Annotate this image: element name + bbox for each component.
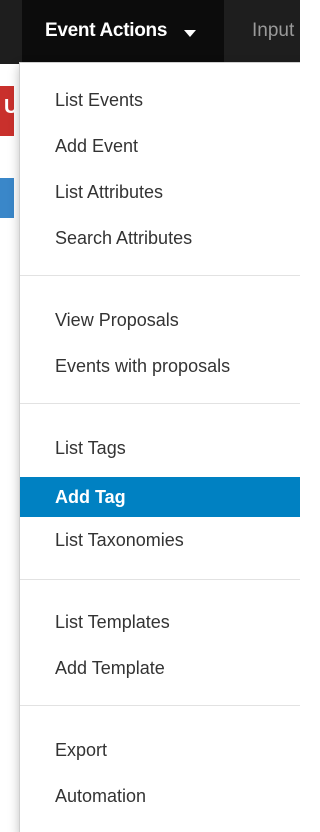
background-blue-button — [0, 178, 14, 218]
menu-item-export[interactable]: Export — [20, 733, 300, 767]
top-navbar: Event Actions Input — [0, 0, 300, 64]
screen: Event Actions Input U List Events Add Ev… — [0, 0, 300, 832]
menu-item-label: List Taxonomies — [55, 530, 184, 550]
menu-item-label: Export — [55, 740, 108, 760]
input-menu-toggle[interactable]: Input — [252, 20, 294, 42]
menu-item-list-taxonomies[interactable]: List Taxonomies — [20, 523, 300, 557]
menu-item-add-event[interactable]: Add Event — [20, 129, 300, 163]
caret-down-icon[interactable] — [184, 30, 196, 37]
menu-item-list-events[interactable]: List Events — [20, 83, 300, 117]
event-actions-dropdown: List Events Add Event List Attributes Se… — [19, 62, 300, 832]
menu-item-label: List Events — [55, 90, 144, 110]
menu-divider — [20, 705, 300, 706]
menu-item-label: List Tags — [55, 438, 126, 458]
menu-item-automation[interactable]: Automation — [20, 779, 300, 813]
background-red-badge-text: U — [4, 96, 19, 118]
menu-item-label: View Proposals — [55, 310, 179, 330]
menu-item-label: Add Template — [55, 658, 165, 678]
event-actions-label[interactable]: Event Actions — [45, 20, 167, 42]
menu-item-list-attributes[interactable]: List Attributes — [20, 175, 300, 209]
menu-item-label: Add Event — [55, 136, 139, 156]
menu-item-view-proposals[interactable]: View Proposals — [20, 303, 300, 337]
menu-item-events-with-proposals[interactable]: Events with proposals — [20, 349, 300, 383]
menu-item-label: List Templates — [55, 612, 170, 632]
menu-item-add-tag[interactable]: Add Tag — [20, 477, 300, 517]
menu-item-search-attributes[interactable]: Search Attributes — [20, 221, 300, 255]
menu-item-label: Events with proposals — [55, 356, 231, 376]
menu-item-list-tags[interactable]: List Tags — [20, 431, 300, 465]
menu-divider — [20, 275, 300, 276]
menu-item-label: Automation — [55, 786, 147, 806]
menu-divider — [20, 403, 300, 404]
menu-item-label: List Attributes — [55, 182, 164, 202]
menu-divider — [20, 579, 300, 580]
menu-item-add-template[interactable]: Add Template — [20, 651, 300, 685]
menu-item-label: Search Attributes — [55, 228, 193, 248]
menu-item-label: Add Tag — [55, 487, 126, 507]
menu-item-list-templates[interactable]: List Templates — [20, 605, 300, 639]
